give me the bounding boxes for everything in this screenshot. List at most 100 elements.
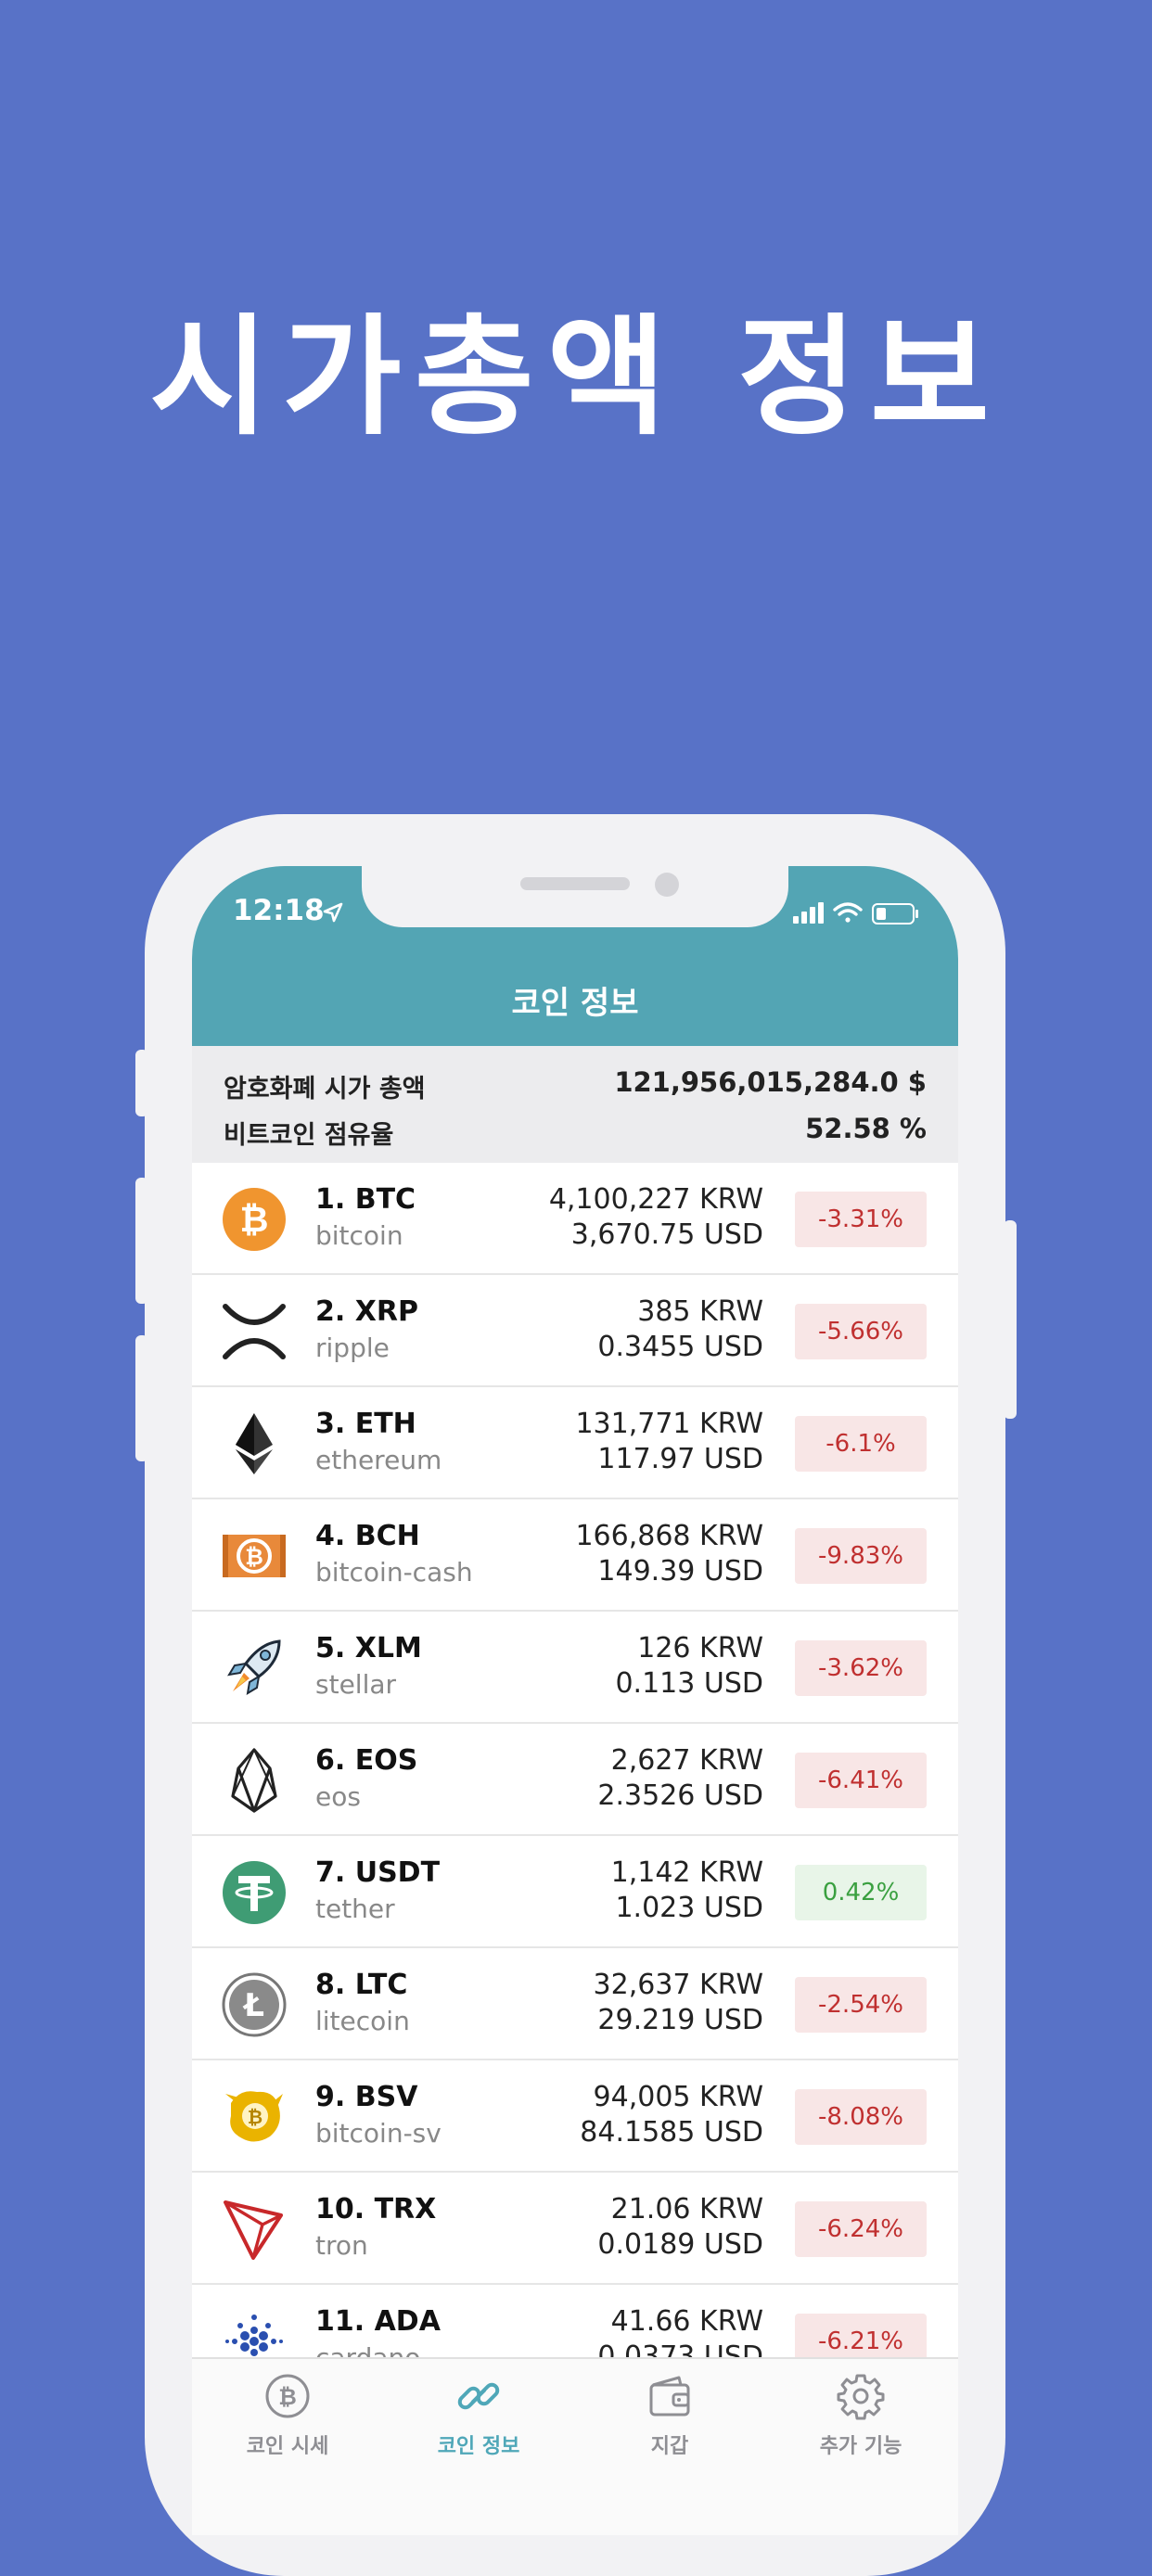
coin-row-ltc[interactable]: Ł 8. LTC litecoin 32,637 KRW 29.219 USD … bbox=[192, 1948, 958, 2060]
change-badge: 0.42% bbox=[795, 1865, 927, 1920]
tab-label: 지갑 bbox=[650, 2435, 689, 2458]
litecoin-icon: Ł bbox=[222, 1972, 287, 2037]
gear-icon bbox=[837, 2374, 885, 2420]
bitcoin-circle-icon: ₿ bbox=[265, 2374, 310, 2418]
coin-row-xrp[interactable]: 2. XRP ripple 385 KRW 0.3455 USD -5.66% bbox=[192, 1275, 958, 1387]
price-usd: 84.1585 USD bbox=[580, 2116, 763, 2149]
svg-text:₿: ₿ bbox=[248, 2106, 262, 2128]
bitcoin-icon: ₿ bbox=[223, 1188, 286, 1251]
coin-name: 1. BTC bbox=[315, 1183, 416, 1216]
price-usd: 0.3455 USD bbox=[597, 1331, 763, 1363]
svg-text:₿: ₿ bbox=[245, 1544, 263, 1570]
change-badge: -3.31% bbox=[795, 1192, 927, 1247]
coin-id: stellar bbox=[315, 1669, 397, 1700]
phone-side-button bbox=[1004, 1220, 1017, 1419]
coin-id: tether bbox=[315, 1894, 395, 1924]
tron-icon bbox=[224, 2200, 283, 2260]
wallet-icon bbox=[649, 2376, 690, 2417]
price-krw: 32,637 KRW bbox=[593, 1969, 763, 2001]
wifi-icon bbox=[833, 902, 863, 923]
coin-name: 8. LTC bbox=[315, 1969, 408, 2001]
price-usd: 29.219 USD bbox=[597, 2004, 763, 2036]
change-badge: -6.1% bbox=[795, 1416, 927, 1472]
phone-screen: 12:18 코인 정보 암호화폐 시가 총액 121,956,015,284.0… bbox=[192, 866, 958, 2535]
market-cap-label: 암호화폐 시가 총액 bbox=[224, 1075, 426, 1103]
location-arrow-icon bbox=[323, 902, 343, 923]
coin-row-bch[interactable]: ₿ 4. BCH bitcoin-cash 166,868 KRW 149.39… bbox=[192, 1499, 958, 1612]
price-krw: 131,771 KRW bbox=[575, 1408, 763, 1440]
market-cap-value: 121,956,015,284.0 $ bbox=[614, 1066, 927, 1098]
link-icon bbox=[457, 2382, 500, 2410]
tab-coin-prices[interactable]: ₿ 코인 시세 bbox=[192, 2372, 383, 2459]
camera bbox=[655, 873, 679, 897]
price-krw: 166,868 KRW bbox=[575, 1520, 763, 1552]
coin-row-usdt[interactable]: 7. USDT tether 1,142 KRW 1.023 USD 0.42% bbox=[192, 1836, 958, 1948]
app-header: 12:18 코인 정보 bbox=[192, 866, 958, 1046]
coin-name: 11. ADA bbox=[315, 2305, 441, 2338]
coin-row-trx[interactable]: 10. TRX tron 21.06 KRW 0.0189 USD -6.24% bbox=[192, 2173, 958, 2285]
coin-name: 6. EOS bbox=[315, 1744, 418, 1777]
coin-id: bitcoin-cash bbox=[315, 1557, 473, 1588]
ethereum-icon bbox=[236, 1413, 273, 1474]
price-usd: 3,670.75 USD bbox=[570, 1218, 763, 1251]
tab-coin-info[interactable]: 코인 정보 bbox=[383, 2372, 574, 2459]
price-usd: 117.97 USD bbox=[597, 1443, 763, 1475]
coin-name: 5. XLM bbox=[315, 1632, 422, 1664]
coin-row-eth[interactable]: 3. ETH ethereum 131,771 KRW 117.97 USD -… bbox=[192, 1387, 958, 1499]
phone-notch bbox=[362, 866, 788, 927]
status-time: 12:18 bbox=[233, 894, 325, 927]
ripple-icon bbox=[223, 1304, 286, 1359]
price-krw: 385 KRW bbox=[637, 1295, 763, 1328]
phone-side-button bbox=[135, 1178, 148, 1304]
stellar-rocket-icon bbox=[227, 1639, 281, 1695]
promo-headline: 시가총액 정보 bbox=[149, 302, 1003, 453]
coin-name: 9. BSV bbox=[315, 2081, 418, 2113]
coin-name: 2. XRP bbox=[315, 1295, 418, 1328]
tab-more-features[interactable]: 추가 기능 bbox=[765, 2372, 956, 2459]
coin-id: ethereum bbox=[315, 1445, 442, 1475]
change-badge: -2.54% bbox=[795, 1977, 927, 2033]
status-icons bbox=[793, 902, 918, 925]
tab-wallet[interactable]: 지갑 bbox=[574, 2372, 765, 2459]
price-krw: 94,005 KRW bbox=[593, 2081, 763, 2113]
signal-icon bbox=[793, 902, 824, 924]
coin-row-xlm[interactable]: 5. XLM stellar 126 KRW 0.113 USD -3.62% bbox=[192, 1612, 958, 1724]
price-krw: 21.06 KRW bbox=[610, 2193, 763, 2225]
coin-row-btc[interactable]: ₿ 1. BTC bitcoin 4,100,227 KRW 3,670.75 … bbox=[192, 1163, 958, 1275]
dominance-label: 비트코인 점유율 bbox=[224, 1121, 394, 1150]
bitcoin-cash-icon: ₿ bbox=[223, 1535, 286, 1577]
eos-icon bbox=[231, 1748, 277, 1813]
coin-row-eos[interactable]: 6. EOS eos 2,627 KRW 2.3526 USD -6.41% bbox=[192, 1724, 958, 1836]
tether-icon bbox=[223, 1861, 286, 1924]
change-badge: -5.66% bbox=[795, 1304, 927, 1359]
price-usd: 0.113 USD bbox=[615, 1667, 763, 1700]
change-badge: -9.83% bbox=[795, 1528, 927, 1584]
coin-id: ripple bbox=[315, 1333, 390, 1363]
price-usd: 1.023 USD bbox=[615, 1892, 763, 1924]
svg-text:₿: ₿ bbox=[278, 2384, 297, 2410]
tab-bar: ₿ 코인 시세 코인 정보 지갑 추가 기능 bbox=[192, 2357, 958, 2535]
price-usd: 149.39 USD bbox=[597, 1555, 763, 1588]
coin-id: eos bbox=[315, 1781, 361, 1812]
price-krw: 4,100,227 KRW bbox=[548, 1183, 763, 1216]
change-badge: -3.62% bbox=[795, 1640, 927, 1696]
bitcoin-sv-icon: ₿ bbox=[225, 2091, 283, 2142]
price-krw: 2,627 KRW bbox=[610, 1744, 763, 1777]
coin-name: 3. ETH bbox=[315, 1408, 416, 1440]
coin-id: bitcoin-sv bbox=[315, 2118, 442, 2149]
price-krw: 126 KRW bbox=[637, 1632, 763, 1664]
coin-id: litecoin bbox=[315, 2006, 410, 2036]
coin-name: 7. USDT bbox=[315, 1856, 441, 1889]
coin-name: 4. BCH bbox=[315, 1520, 420, 1552]
phone-side-button bbox=[135, 1335, 148, 1461]
coin-name: 10. TRX bbox=[315, 2193, 437, 2225]
price-krw: 41.66 KRW bbox=[610, 2305, 763, 2338]
price-usd: 0.0189 USD bbox=[597, 2228, 763, 2261]
tab-label: 코인 정보 bbox=[437, 2435, 520, 2458]
coin-row-bsv[interactable]: ₿ 9. BSV bitcoin-sv 94,005 KRW 84.1585 U… bbox=[192, 2060, 958, 2173]
change-badge: -8.08% bbox=[795, 2089, 927, 2145]
svg-text:Ł: Ł bbox=[242, 1987, 264, 2024]
price-krw: 1,142 KRW bbox=[610, 1856, 763, 1889]
market-summary: 암호화폐 시가 총액 121,956,015,284.0 $ 비트코인 점유율 … bbox=[192, 1046, 958, 1163]
phone-side-button bbox=[135, 1050, 148, 1116]
